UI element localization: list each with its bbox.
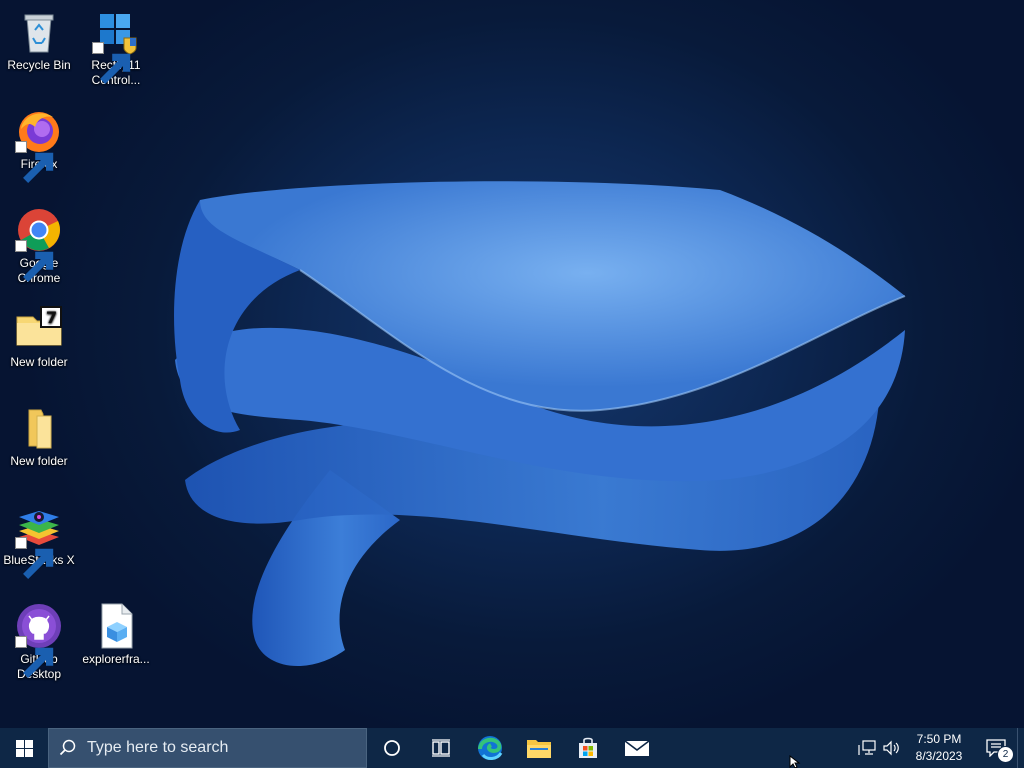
shortcut-arrow-icon [15, 537, 54, 579]
firefox-shortcut[interactable]: Firefox [0, 107, 78, 183]
task-view-icon [431, 739, 450, 757]
notification-count-badge: 2 [997, 746, 1014, 763]
new-folder-7zip[interactable]: 7 New folder [0, 305, 78, 370]
mail-button[interactable] [612, 728, 661, 768]
rectify11-control-shortcut[interactable]: Rectify11 Control... [77, 8, 155, 88]
mail-icon [624, 740, 649, 756]
svg-text:7: 7 [46, 308, 57, 327]
cortana-button[interactable] [367, 728, 416, 768]
network-icon [858, 740, 876, 755]
store-button[interactable] [563, 728, 612, 768]
edge-icon [477, 736, 502, 760]
shortcut-arrow-icon [15, 240, 54, 282]
bluestacks-icon [15, 503, 63, 579]
task-view-button[interactable] [416, 728, 465, 768]
icon-label: explorerfra... [82, 652, 150, 666]
firefox-icon [15, 107, 63, 183]
clock-time: 7:50 PM [916, 732, 962, 746]
recycle-bin-icon [15, 8, 63, 56]
chrome-shortcut[interactable]: Google Chrome [0, 206, 78, 286]
new-folder[interactable]: New folder [0, 404, 78, 469]
volume-icon [883, 740, 899, 756]
file-icon [92, 602, 140, 650]
clock-date: 8/3/2023 [915, 749, 963, 763]
mouse-cursor-icon [789, 755, 801, 768]
bluestacks-shortcut[interactable]: BlueStacks X [0, 503, 78, 579]
github-desktop-shortcut[interactable]: GitHub Desktop [0, 602, 78, 682]
taskbar-search-box[interactable]: Type here to search [48, 728, 367, 768]
control-panel-icon [92, 8, 140, 84]
clock-button[interactable]: 7:50 PM 8/3/2023 [903, 731, 975, 765]
icon-label: New folder [10, 355, 68, 369]
show-desktop-button[interactable] [1017, 728, 1024, 768]
start-button[interactable] [0, 728, 48, 768]
search-placeholder: Type here to search [87, 739, 229, 756]
windows-logo-icon [15, 739, 33, 757]
chrome-icon [15, 206, 63, 282]
explorerframe-file[interactable]: explorerfra... [77, 602, 155, 667]
store-icon [578, 737, 597, 758]
file-explorer-icon [526, 740, 551, 758]
volume-button[interactable] [879, 728, 903, 768]
network-button[interactable] [855, 728, 879, 768]
7zip-folder-icon: 7 [15, 305, 63, 353]
system-tray: 7:50 PM 8/3/2023 2 [855, 728, 1024, 768]
icon-label: Recycle Bin [7, 58, 71, 72]
shortcut-arrow-icon [15, 636, 54, 678]
file-explorer-button[interactable] [514, 728, 563, 768]
github-desktop-icon [15, 602, 63, 678]
edge-button[interactable] [465, 728, 514, 768]
folder-icon [15, 404, 63, 452]
shortcut-arrow-icon [15, 141, 54, 183]
cortana-icon [383, 740, 400, 756]
taskbar: Type here to search 7:50 PM 8/3/2023 2 [0, 728, 1024, 768]
search-icon [49, 739, 87, 757]
recycle-bin-shortcut[interactable]: Recycle Bin [0, 8, 78, 73]
notification-center-button[interactable]: 2 [975, 728, 1017, 768]
shortcut-arrow-icon [92, 42, 131, 84]
icon-label: New folder [10, 454, 68, 468]
